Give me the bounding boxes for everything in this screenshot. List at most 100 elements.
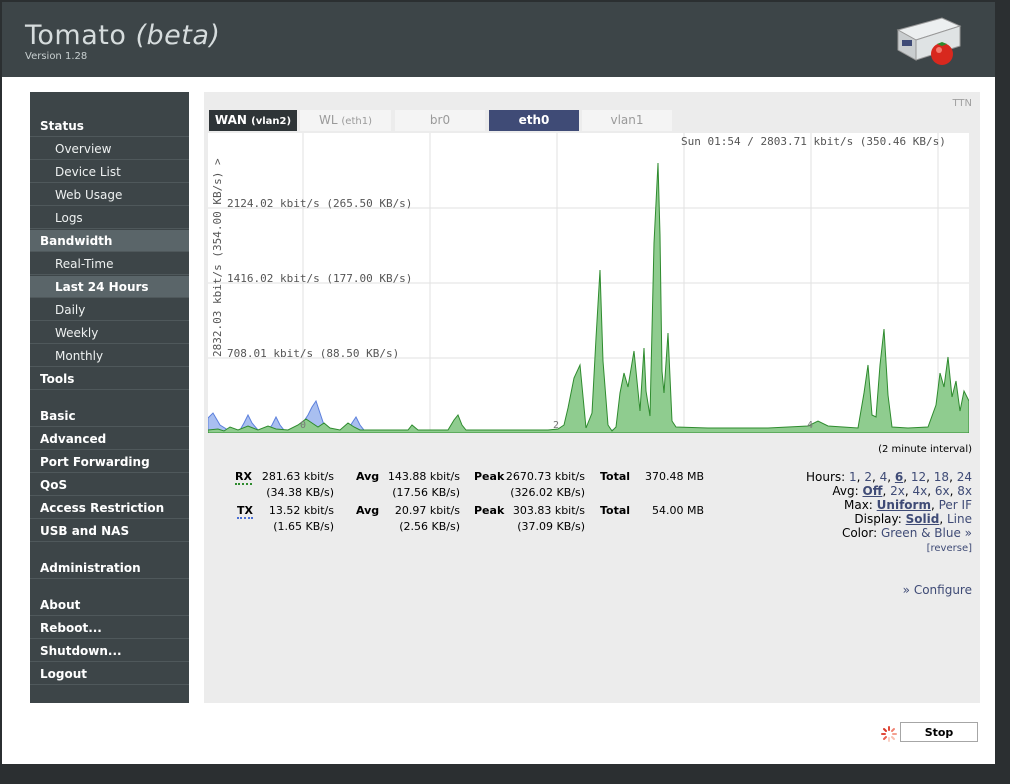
sidebar-item-device-list[interactable]: Device List <box>30 161 189 183</box>
hours-2-link[interactable]: 2 <box>864 470 872 484</box>
max-option-row: Max: Uniform, Per IF <box>843 498 972 512</box>
hours-label: Hours: <box>806 470 846 484</box>
rx-avg-label: Avg <box>356 470 380 483</box>
tx-peak-kb: (37.09 KB/s) <box>517 520 585 533</box>
rx-peak-label: Peak <box>474 470 505 483</box>
sidebar-item-advanced[interactable]: Advanced <box>30 428 189 450</box>
avg-4x-link[interactable]: 4x <box>912 484 927 498</box>
tx-name: TX <box>237 504 253 519</box>
tx-avg: 20.97 kbit/s <box>394 504 460 517</box>
tab-vlan1-label: vlan1 <box>610 113 644 127</box>
hours-1-link[interactable]: 1 <box>849 470 857 484</box>
tab-eth0[interactable]: eth0 <box>489 110 579 131</box>
display-solid-link[interactable]: Solid <box>906 512 940 526</box>
hour-label-0: 0 <box>300 420 306 431</box>
sidebar-item-monthly[interactable]: Monthly <box>30 345 189 367</box>
tx-label: TX <box>237 504 253 519</box>
tab-br0[interactable]: br0 <box>395 110 485 131</box>
sidebar-item-tools[interactable]: Tools <box>30 368 189 390</box>
y-axis-label: 2832.03 kbit/s (354.00 KB/s) > <box>211 158 224 357</box>
sidebar-item-daily[interactable]: Daily <box>30 299 189 321</box>
avg-off-link[interactable]: Off <box>863 484 883 498</box>
rx-total-label: Total <box>600 470 631 483</box>
tx-total: 54.00 MB <box>651 504 704 517</box>
avg-2x-link[interactable]: 2x <box>890 484 905 498</box>
loading-spinner-icon <box>881 726 897 742</box>
avg-option-row: Avg: Off, 2x, 4x, 6x, 8x <box>832 484 972 498</box>
rx-total: 370.48 MB <box>644 470 704 483</box>
tab-wan-sub: (vlan2) <box>251 116 292 127</box>
tx-current: 13.52 kbit/s <box>268 504 334 517</box>
color-option-row: Color: Green & Blue » <box>752 526 972 540</box>
ttn-label: TTN <box>952 98 972 109</box>
max-per-if-link[interactable]: Per IF <box>939 498 972 512</box>
rx-name: RX <box>235 470 252 485</box>
hours-24-link[interactable]: 24 <box>957 470 972 484</box>
display-line-link[interactable]: Line <box>947 512 972 526</box>
sidebar-item-real-time[interactable]: Real-Time <box>30 253 189 275</box>
display-option-label: Display: <box>854 512 902 526</box>
main-content: TTN WAN (vlan2) WL (eth1) br0 eth0 vlan1… <box>204 92 980 703</box>
rx-current: 281.63 kbit/s <box>261 470 334 483</box>
max-option-label: Max: <box>843 498 873 512</box>
tx-avg-kb: (2.56 KB/s) <box>399 520 460 533</box>
tab-wl[interactable]: WL (eth1) <box>300 110 391 131</box>
tab-br0-label: br0 <box>429 113 451 127</box>
graph-options: Hours: 1, 2, 4, 6, 12, 18, 24 Avg: Off, … <box>752 470 972 554</box>
tab-wan-label: WAN <box>214 113 247 127</box>
rx-peak-kb: (326.02 KB/s) <box>510 486 585 499</box>
tx-avg-label: Avg <box>356 504 380 517</box>
rx-avg: 143.88 kbit/s <box>387 470 460 483</box>
sidebar-item-usb-and-nas[interactable]: USB and NAS <box>30 520 189 542</box>
sidebar-item-weekly[interactable]: Weekly <box>30 322 189 344</box>
color-scheme-link[interactable]: Green & Blue » <box>881 526 972 540</box>
sidebar-item-logs[interactable]: Logs <box>30 207 189 229</box>
gridline-label-2124: 2124.02 kbit/s (265.50 KB/s) <box>227 197 412 210</box>
rx-avg-kb: (17.56 KB/s) <box>392 486 460 499</box>
router-logo-icon <box>896 17 962 65</box>
hours-option-row: Hours: 1, 2, 4, 6, 12, 18, 24 <box>806 470 972 484</box>
sidebar-item-access-restriction[interactable]: Access Restriction <box>30 497 189 519</box>
sidebar-item-last-24-hours[interactable]: Last 24 Hours <box>30 276 189 298</box>
sidebar-item-qos[interactable]: QoS <box>30 474 189 496</box>
rx-label: RX <box>235 470 252 485</box>
sidebar-item-reboot[interactable]: Reboot... <box>30 617 189 639</box>
max-uniform-link[interactable]: Uniform <box>877 498 931 512</box>
tab-wan[interactable]: WAN (vlan2) <box>209 110 297 131</box>
hours-12-link[interactable]: 12 <box>911 470 926 484</box>
hours-4-link[interactable]: 4 <box>880 470 888 484</box>
app-version: Version 1.28 <box>25 51 88 62</box>
app-title: Tomato (beta) <box>25 20 220 51</box>
sidebar-item-logout[interactable]: Logout <box>30 663 189 685</box>
bandwidth-graph: Sun 01:54 / 2803.71 kbit/s (350.46 KB/s)… <box>208 133 969 433</box>
avg-option-label: Avg: <box>832 484 859 498</box>
hour-label-4: 4 <box>807 420 813 431</box>
reverse-option-row: [reverse] <box>752 540 972 554</box>
tx-current-kb: (1.65 KB/s) <box>273 520 334 533</box>
sidebar-item-port-forwarding[interactable]: Port Forwarding <box>30 451 189 473</box>
sidebar-item-status[interactable]: Status <box>30 115 189 137</box>
gridline-label-1416: 1416.02 kbit/s (177.00 KB/s) <box>227 272 412 285</box>
sidebar-item-web-usage[interactable]: Web Usage <box>30 184 189 206</box>
page-container: Tomato (beta) Version 1.28 Status Overvi… <box>2 2 995 764</box>
avg-6x-link[interactable]: 6x <box>935 484 950 498</box>
sidebar-item-shutdown[interactable]: Shutdown... <box>30 640 189 662</box>
tab-vlan1[interactable]: vlan1 <box>582 110 672 131</box>
reverse-colors-link[interactable]: [reverse] <box>927 543 972 554</box>
app-title-text: Tomato <box>25 20 127 51</box>
app-title-beta: (beta) <box>135 20 221 51</box>
sidebar-item-basic[interactable]: Basic <box>30 405 189 427</box>
hour-label-2: 2 <box>553 420 559 431</box>
bandwidth-graph-svg: Sun 01:54 / 2803.71 kbit/s (350.46 KB/s)… <box>208 133 969 433</box>
sidebar-item-bandwidth[interactable]: Bandwidth <box>30 230 189 252</box>
configure-link[interactable]: » Configure <box>903 583 972 597</box>
avg-8x-link[interactable]: 8x <box>957 484 972 498</box>
tx-total-label: Total <box>600 504 631 517</box>
sidebar-item-overview[interactable]: Overview <box>30 138 189 160</box>
stop-button[interactable]: Stop <box>900 722 978 742</box>
sidebar-item-administration[interactable]: Administration <box>30 557 189 579</box>
sidebar-item-about[interactable]: About <box>30 594 189 616</box>
hours-6-link[interactable]: 6 <box>895 470 903 484</box>
hours-18-link[interactable]: 18 <box>934 470 949 484</box>
display-option-row: Display: Solid, Line <box>854 512 972 526</box>
